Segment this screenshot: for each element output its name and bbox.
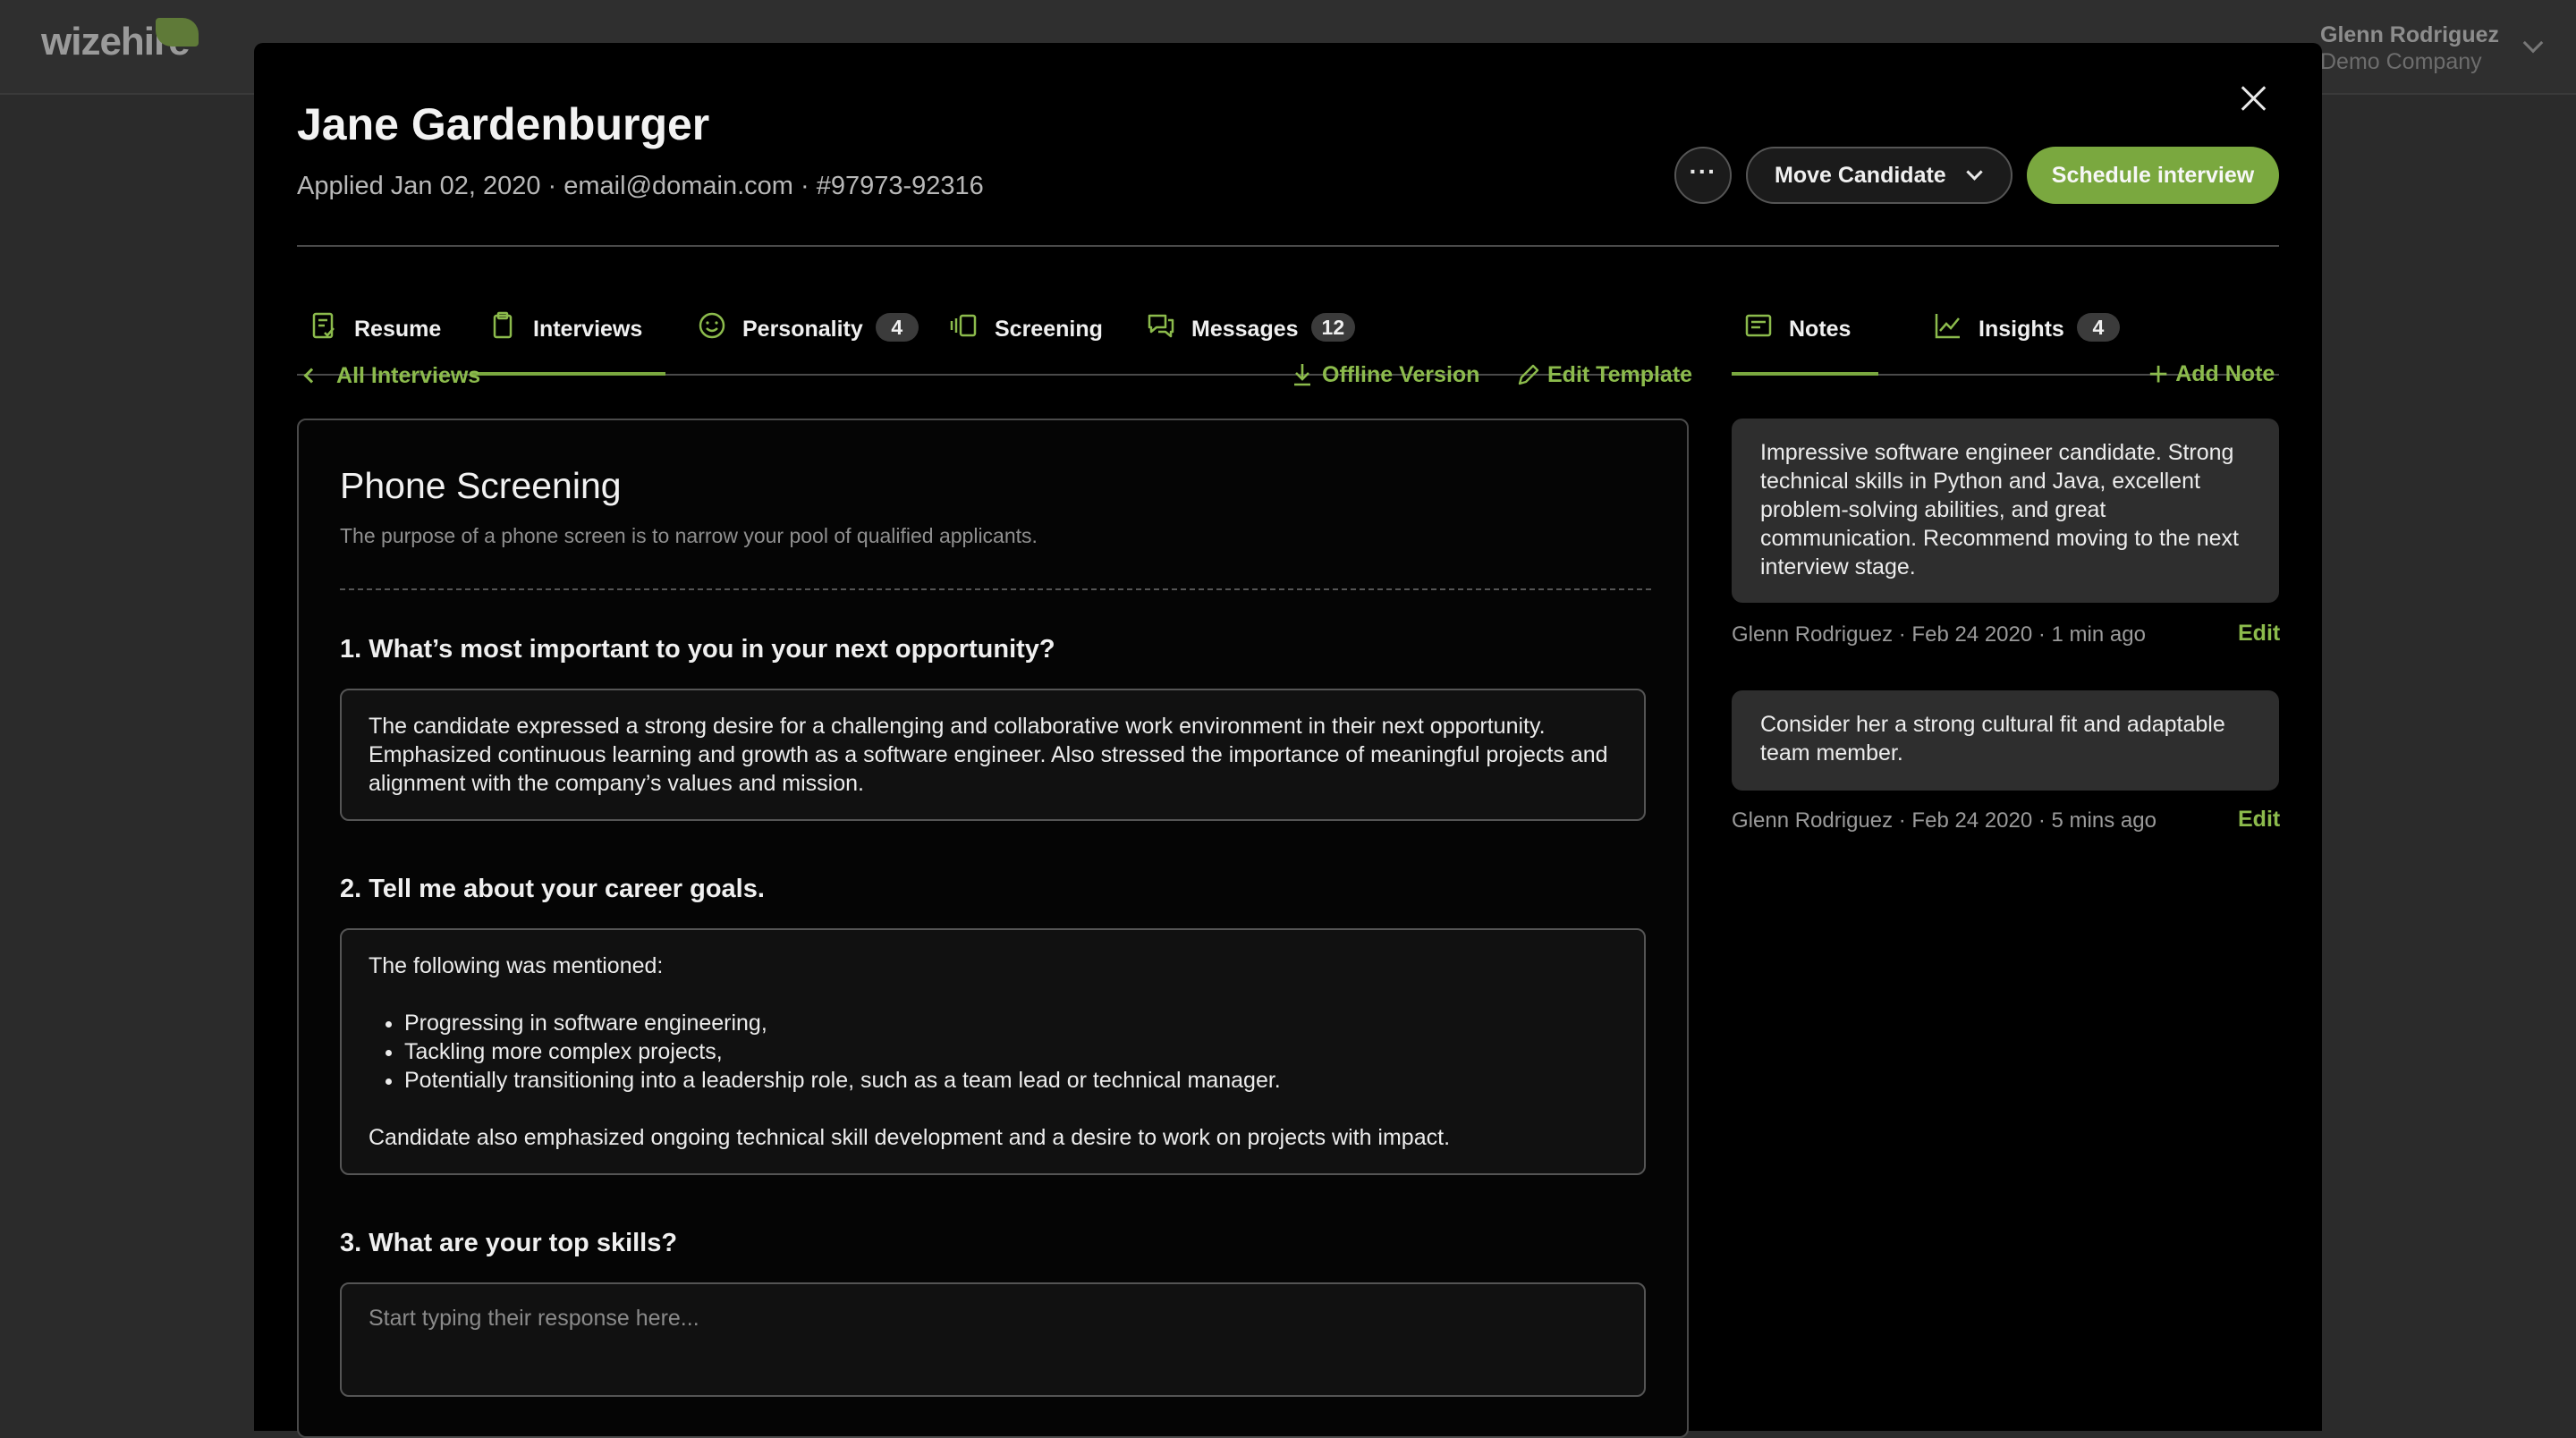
answer-2-intro: The following was mentioned: <box>369 953 664 978</box>
pencil-icon <box>1518 364 1539 385</box>
note-1-meta: Glenn Rodriguez · Feb 24 2020 · 1 min ag… <box>1732 622 2146 647</box>
edit-template-link[interactable]: Edit Template <box>1515 361 1692 388</box>
dashed-divider <box>340 588 1651 590</box>
clipboard-icon <box>493 311 513 339</box>
chevron-down-icon <box>1966 164 1983 181</box>
interview-card: Phone Screening The purpose of a phone s… <box>297 419 1689 1438</box>
personality-count-badge: 4 <box>875 313 919 342</box>
smile-icon <box>699 312 725 339</box>
answer-2-outro: Candidate also emphasized ongoing techni… <box>369 1125 1451 1150</box>
list-item: Progressing in software engineering, <box>404 1009 1617 1037</box>
tab-resume[interactable]: Resume <box>309 277 467 376</box>
interview-title: Phone Screening <box>340 465 622 506</box>
resume-icon <box>312 312 335 339</box>
answer-1-text: The candidate expressed a strong desire … <box>369 714 1608 796</box>
answer-3-input[interactable]: Start typing their response here... <box>340 1282 1646 1397</box>
offline-version-link[interactable]: Offline Version <box>1290 361 1479 388</box>
candidate-name: Jane Gardenburger <box>297 99 710 149</box>
tab-interviews-label: Interviews <box>533 317 643 342</box>
tab-notes[interactable]: Notes <box>1732 277 1878 376</box>
plus-icon: + <box>2148 355 2169 393</box>
add-note-button[interactable]: + Add Note <box>2148 355 2275 393</box>
tab-personality-label: Personality <box>742 317 863 342</box>
question-3: 3. What are your top skills? <box>340 1229 678 1257</box>
note-1-edit-button[interactable]: Edit <box>2238 621 2280 647</box>
user-name: Glenn Rodriguez <box>2320 22 2499 47</box>
schedule-interview-button[interactable]: Schedule interview <box>2027 147 2279 204</box>
add-note-label: Add Note <box>2175 361 2275 386</box>
tab-screening[interactable]: Screening <box>950 277 1120 376</box>
close-button[interactable] <box>2234 79 2274 118</box>
more-options-button[interactable]: ··· <box>1674 147 1732 204</box>
list-item: Potentially transitioning into a leaders… <box>404 1066 1617 1095</box>
tab-insights[interactable]: Insights 4 <box>1934 277 2166 376</box>
question-1: 1. What’s most important to you in your … <box>340 635 1055 664</box>
all-interviews-label: All Interviews <box>336 363 481 388</box>
header-divider <box>297 245 2279 247</box>
note-2-meta: Glenn Rodriguez · Feb 24 2020 · 5 mins a… <box>1732 808 2157 833</box>
chevron-left-icon <box>303 368 319 384</box>
note-card-1: Impressive software engineer candidate. … <box>1732 419 2279 603</box>
tab-personality[interactable]: Personality 4 <box>698 277 921 376</box>
note-1-text: Impressive software engineer candidate. … <box>1760 440 2239 579</box>
chart-icon <box>1935 314 1960 339</box>
offline-version-label: Offline Version <box>1322 361 1480 387</box>
interview-description: The purpose of a phone screen is to narr… <box>340 524 1038 547</box>
logo-leaf-icon <box>156 18 199 47</box>
move-candidate-button[interactable]: Move Candidate <box>1746 147 2012 204</box>
answer-2-box[interactable]: The following was mentioned: Progressing… <box>340 928 1646 1175</box>
tab-insights-label: Insights <box>1979 317 2064 342</box>
user-company: Demo Company <box>2320 49 2482 74</box>
list-item: Tackling more complex projects, <box>404 1037 1617 1066</box>
note-2-edit-button[interactable]: Edit <box>2238 807 2280 833</box>
move-candidate-label: Move Candidate <box>1775 163 1946 188</box>
insights-count-badge: 4 <box>2076 313 2120 342</box>
chat-icon <box>1148 314 1174 338</box>
edit-template-label: Edit Template <box>1547 361 1693 387</box>
tab-notes-label: Notes <box>1789 317 1852 342</box>
all-interviews-link[interactable]: All Interviews <box>301 363 480 389</box>
download-icon <box>1294 364 1310 386</box>
tab-interviews[interactable]: Interviews <box>472 277 665 376</box>
chevron-down-icon[interactable] <box>2522 32 2544 54</box>
answer-1-box[interactable]: The candidate expressed a strong desire … <box>340 689 1646 821</box>
candidate-tabs: Resume Interviews Personality 4 Screenin… <box>297 277 1689 376</box>
tab-resume-label: Resume <box>354 317 442 342</box>
messages-count-badge: 12 <box>1310 313 1356 342</box>
wizehire-logo[interactable]: wizehire <box>41 18 199 64</box>
note-2-text: Consider her a strong cultural fit and a… <box>1760 712 2225 766</box>
candidate-meta: Applied Jan 02, 2020 · email@domain.com … <box>297 172 984 200</box>
tab-screening-label: Screening <box>995 317 1103 342</box>
question-2: 2. Tell me about your career goals. <box>340 875 765 903</box>
user-menu[interactable]: Glenn Rodriguez Demo Company <box>2320 21 2499 75</box>
cards-icon <box>950 314 977 337</box>
tab-messages-label: Messages <box>1191 317 1299 342</box>
note-card-2: Consider her a strong cultural fit and a… <box>1732 690 2279 791</box>
answer-2-list: Progressing in software engineering, Tac… <box>404 1009 1617 1095</box>
note-icon <box>1745 314 1772 337</box>
